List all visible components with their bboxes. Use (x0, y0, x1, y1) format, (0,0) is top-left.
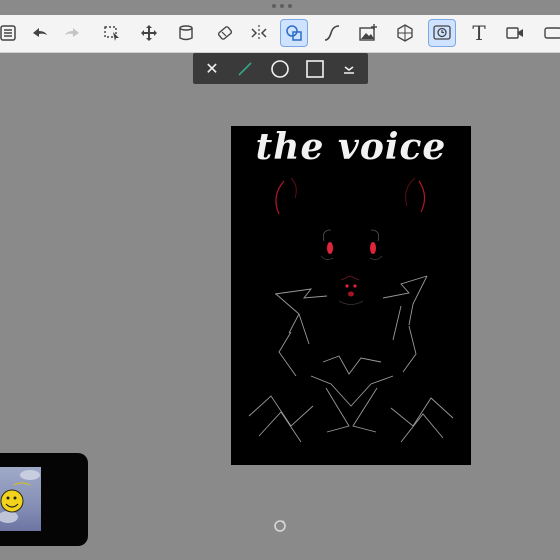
insert-image-icon[interactable] (354, 19, 382, 47)
drag-handle[interactable] (272, 4, 292, 8)
main-toolbar: T (0, 15, 560, 53)
reference-thumbnail[interactable] (0, 453, 88, 546)
shape-icon[interactable] (280, 19, 308, 47)
text-icon-glyph: T (472, 21, 486, 45)
drawing-canvas[interactable]: the voice (231, 126, 471, 465)
close-icon[interactable]: ✕ (196, 53, 228, 84)
line-icon[interactable] (229, 53, 261, 84)
move-icon[interactable] (135, 19, 163, 47)
timelapse-icon[interactable] (428, 19, 456, 47)
layers-icon[interactable] (0, 19, 22, 47)
collapse-icon[interactable] (333, 53, 365, 84)
reference-image (0, 467, 41, 531)
drawing-artwork (248, 177, 454, 443)
undo-icon[interactable] (26, 19, 54, 47)
rectangle-icon[interactable] (299, 53, 331, 84)
redo-icon[interactable] (58, 19, 86, 47)
eraser-icon[interactable] (211, 19, 239, 47)
circle-icon[interactable] (264, 53, 296, 84)
dot (272, 4, 276, 8)
selection-icon[interactable] (98, 19, 126, 47)
perspective-icon[interactable] (391, 19, 419, 47)
text-icon[interactable]: T (465, 19, 493, 47)
fill-bucket-icon[interactable] (172, 19, 200, 47)
dot (280, 4, 284, 8)
dot (288, 4, 292, 8)
video-icon[interactable] (501, 19, 529, 47)
symmetry-icon[interactable] (245, 19, 273, 47)
rotate-icon[interactable] (273, 519, 287, 533)
close-glyph: ✕ (205, 59, 219, 78)
artwork-title: the voice (255, 126, 447, 168)
shape-options-bar: ✕ (193, 53, 368, 84)
more-icon[interactable] (538, 19, 560, 47)
curve-icon[interactable] (318, 19, 346, 47)
